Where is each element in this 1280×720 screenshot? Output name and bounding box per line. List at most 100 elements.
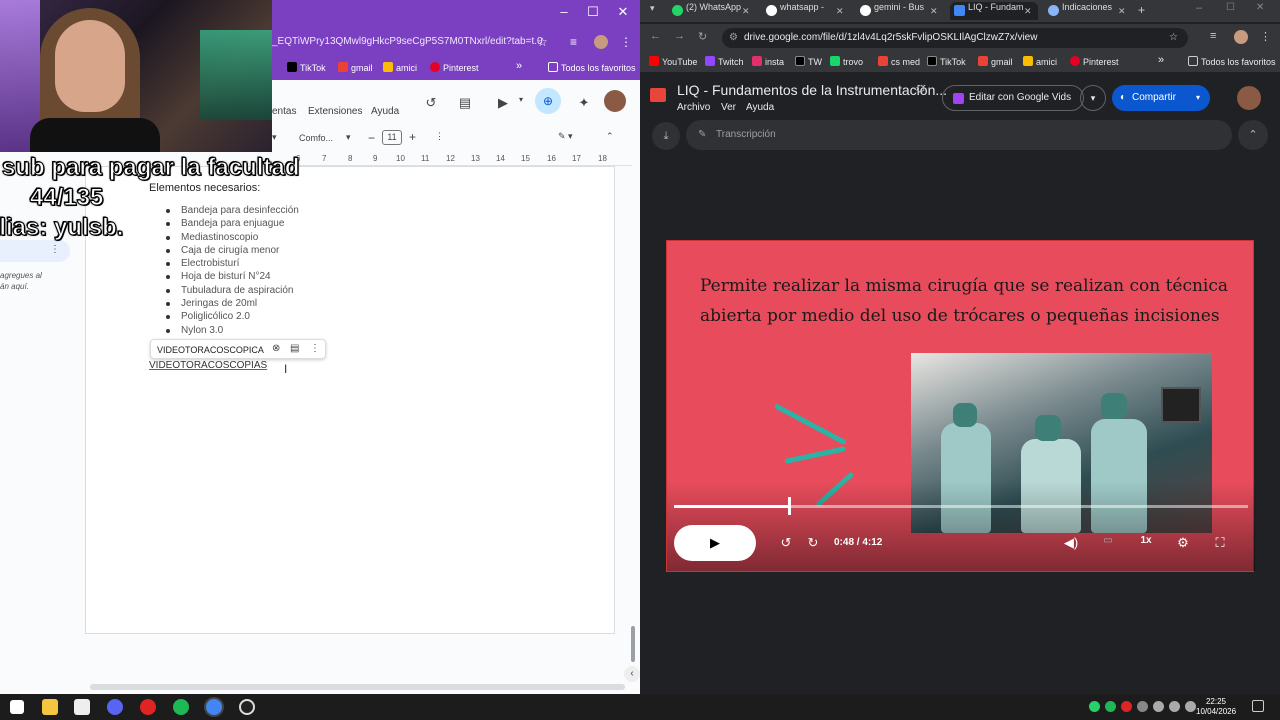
new-tab-icon[interactable]: +	[1138, 3, 1145, 17]
kebab-menu-icon[interactable]: ⋮	[1260, 30, 1271, 43]
font-size-decrease-button[interactable]: −	[368, 131, 375, 145]
close-icon[interactable]: ✕	[836, 6, 844, 17]
close-icon[interactable]: ✕	[1024, 6, 1032, 17]
reload-icon[interactable]: ↻	[698, 30, 707, 43]
back-icon[interactable]: ←	[650, 30, 661, 42]
download-icon[interactable]: ⤓	[652, 122, 680, 150]
media-icon[interactable]: ≡	[570, 35, 577, 49]
minimize-icon[interactable]: –	[551, 4, 577, 19]
chevron-left-icon[interactable]: ‹	[624, 666, 640, 682]
transcript-bar[interactable]: ✎ Transcripción	[686, 120, 1232, 150]
whatsapp-tray-icon[interactable]	[1089, 701, 1100, 712]
close-icon[interactable]: ✕	[930, 6, 938, 17]
video-progress-bar[interactable]	[674, 497, 1248, 515]
typed-word[interactable]: VIDEOTORACOSCOPIAS	[149, 360, 267, 371]
bookmark-tiktok[interactable]: TikTok	[287, 62, 326, 73]
bookmark-youtube[interactable]: YouTube	[649, 56, 697, 67]
speed-button[interactable]: 1x	[1136, 535, 1156, 546]
app-tray-icon[interactable]	[1121, 701, 1132, 712]
profile-icon[interactable]	[1234, 30, 1248, 44]
horizontal-scrollbar[interactable]	[90, 684, 625, 690]
minimize-icon[interactable]: –	[1196, 2, 1202, 14]
style-select[interactable]: Comfo...	[299, 133, 333, 143]
avatar[interactable]	[1237, 86, 1261, 110]
obs-icon[interactable]	[140, 699, 156, 715]
volume-tray-icon[interactable]	[1169, 701, 1180, 712]
left-url[interactable]: _EQTiWPry13QMwl9gHkcP9seCgP5S7M0TNxrl/ed…	[272, 36, 543, 47]
bookmark-twitch[interactable]: Twitch	[705, 56, 744, 67]
gemini-icon[interactable]: ✦	[575, 95, 593, 110]
notification-icon[interactable]	[1252, 700, 1264, 712]
all-bookmarks[interactable]: Todos los favoritos	[1188, 56, 1276, 67]
outline-pill[interactable]: ⋮	[0, 240, 70, 262]
bookmark-trovo[interactable]: trovo	[830, 56, 863, 67]
spotify-icon[interactable]	[173, 699, 189, 715]
discord-icon[interactable]	[107, 699, 123, 715]
share-button[interactable]: ⊕	[535, 88, 561, 114]
kebab-menu-icon[interactable]: ⋮	[620, 35, 632, 49]
rewind-10-icon[interactable]: ↺	[776, 535, 796, 551]
media-icon[interactable]: ≡	[1210, 30, 1216, 42]
bookmark-tiktok[interactable]: TikTok	[927, 56, 966, 67]
chevron-up-icon[interactable]: ⌃	[1238, 120, 1268, 150]
comment-icon[interactable]: ▤	[456, 95, 474, 110]
more-icon[interactable]: ⋮	[435, 131, 444, 142]
bookmark-tw[interactable]: TW	[795, 56, 822, 67]
tab-whatsapp-search[interactable]: whatsapp - ✕	[762, 2, 850, 20]
close-icon[interactable]: ✕	[1118, 6, 1126, 17]
close-icon[interactable]: ✕	[742, 6, 750, 17]
more-icon[interactable]: ⋮	[50, 244, 60, 255]
bookmark-gmail[interactable]: gmail	[338, 62, 373, 73]
chevron-down-icon[interactable]: ▾	[272, 132, 277, 143]
ruler[interactable]: 6 7 8 9 10 11 12 13 14 15 16 17 18	[272, 152, 632, 166]
tab-gemini[interactable]: gemini - Bus ✕	[856, 2, 944, 20]
file-title[interactable]: LIQ - Fundamentos de la Instrumentación.…	[677, 82, 947, 98]
captions-icon[interactable]: ▭	[1098, 535, 1118, 546]
chevron-down-icon[interactable]: ▾	[512, 95, 530, 109]
spelling-suggestion[interactable]: VIDEOTORACOSCOPICA	[157, 345, 264, 355]
close-icon[interactable]: ✕	[610, 4, 636, 20]
bookmark-gmail[interactable]: gmail	[978, 56, 1013, 67]
share-button[interactable]: ◐ Compartir ▾	[1112, 85, 1210, 111]
tab-search-icon[interactable]: ▾	[650, 3, 655, 14]
progress-knob[interactable]	[787, 497, 791, 515]
meet-icon[interactable]: ▶	[494, 95, 512, 110]
wifi-icon[interactable]	[1153, 701, 1164, 712]
history-icon[interactable]: ↺	[422, 95, 440, 110]
maximize-icon[interactable]: ☐	[580, 4, 606, 20]
avatar[interactable]	[604, 90, 626, 112]
clock-app-icon[interactable]	[239, 699, 255, 715]
site-info-icon[interactable]: ⚙	[729, 28, 738, 48]
battery-icon[interactable]	[1185, 701, 1196, 712]
bookmark-pinterest[interactable]: Pinterest	[1070, 56, 1119, 67]
more-bookmarks-icon[interactable]: »	[1158, 54, 1164, 66]
menu-herramientas[interactable]: entas	[272, 106, 296, 117]
all-bookmarks[interactable]: Todos los favoritos	[548, 62, 636, 73]
chevron-down-icon[interactable]: ▾	[346, 132, 351, 143]
forward-10-icon[interactable]: ↻	[803, 535, 823, 551]
menu-extensiones[interactable]: Extensiones	[308, 106, 362, 117]
file-explorer-icon[interactable]	[42, 699, 58, 715]
spotify-tray-icon[interactable]	[1105, 701, 1116, 712]
bookmark-pinterest[interactable]: Pinterest	[430, 62, 479, 73]
fullscreen-icon[interactable]: ⛶	[1210, 535, 1230, 551]
settings-tray-icon[interactable]	[1137, 701, 1148, 712]
bookmark-star-icon[interactable]: ☆	[537, 35, 548, 49]
volume-icon[interactable]: ◀)	[1061, 535, 1081, 551]
profile-icon[interactable]	[594, 35, 608, 49]
tab-whatsapp[interactable]: (2) WhatsApp ✕	[668, 2, 756, 20]
edit-with-vids-button[interactable]: Editar con Google Vids	[942, 85, 1085, 111]
calculator-icon[interactable]	[74, 699, 90, 715]
close-window-icon[interactable]: ✕	[1256, 2, 1264, 13]
more-bookmarks-icon[interactable]: »	[516, 60, 522, 72]
url-field[interactable]: ⚙ drive.google.com/file/d/1zl4v4Lq2r5skFv…	[722, 28, 1188, 48]
dismiss-icon[interactable]: ⊗	[272, 343, 280, 354]
menu-ayuda[interactable]: Ayuda	[371, 106, 399, 117]
vids-dropdown-button[interactable]: ▾	[1080, 85, 1106, 111]
collapse-toolbar-icon[interactable]: ⌃	[606, 131, 614, 142]
play-button[interactable]: ▶	[674, 525, 756, 561]
add-dictionary-icon[interactable]: ▤	[290, 343, 299, 354]
bookmark-insta[interactable]: insta	[752, 56, 784, 67]
menu-ayuda[interactable]: Ayuda	[746, 102, 774, 113]
menu-ver[interactable]: Ver	[721, 102, 736, 113]
